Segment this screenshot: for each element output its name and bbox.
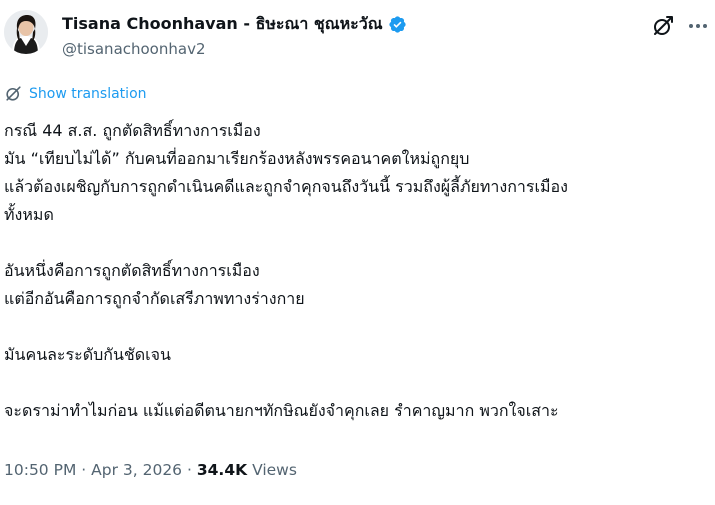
tweet-header: Tisana Choonhavan - ธิษะณา ชุณหะวัณ @tis… <box>0 0 715 80</box>
tweet-line: ทั้งหมด <box>4 205 54 224</box>
author-display-name[interactable]: Tisana Choonhavan - ธิษะณา ชุณหะวัณ <box>62 12 383 37</box>
views-label: Views <box>252 461 297 479</box>
tweet-line: แต่อีกอันคือการถูกจำกัดเสรีภาพทางร่างกาย <box>4 289 305 308</box>
meta-separator: · <box>81 461 87 479</box>
tweet-line: มันคนละระดับกันชัดเจน <box>4 345 171 364</box>
tweet-meta: 10:50 PM · Apr 3, 2026 · 34.4K Views <box>4 461 297 479</box>
grok-translate-icon <box>4 84 23 103</box>
verified-badge-icon <box>388 15 407 34</box>
avatar-image <box>4 10 48 54</box>
tweet-line: จะดราม่าทำไมก่อน แม้แต่อดีตนายกฯทักษิณยั… <box>4 401 559 420</box>
tweet-text: กรณี 44 ส.ส. ถูกตัดสิทธิ์ทางการเมือง มัน… <box>4 117 709 425</box>
more-button[interactable] <box>686 14 710 38</box>
show-translation-link[interactable]: Show translation <box>4 84 147 103</box>
author-name-row[interactable]: Tisana Choonhavan - ธิษะณา ชุณหะวัณ <box>62 12 407 37</box>
tweet-time[interactable]: 10:50 PM <box>4 461 76 479</box>
avatar[interactable] <box>4 10 48 54</box>
views-count[interactable]: 34.4K <box>197 461 247 479</box>
show-translation-label[interactable]: Show translation <box>29 86 147 102</box>
tweet-line: อันหนึ่งคือการถูกตัดสิทธิ์ทางการเมือง <box>4 261 260 280</box>
meta-separator: · <box>186 461 192 479</box>
more-icon <box>689 24 707 28</box>
tweet-line: แล้วต้องเผชิญกับการถูกดำเนินคดีและถูกจำค… <box>4 177 568 196</box>
tweet-line: มัน “เทียบไม่ได้” กับคนที่ออกมาเรียกร้อง… <box>4 149 470 168</box>
tweet-date[interactable]: Apr 3, 2026 <box>91 461 182 479</box>
grok-button[interactable] <box>651 14 675 38</box>
tweet-line: กรณี 44 ส.ส. ถูกตัดสิทธิ์ทางการเมือง <box>4 121 261 140</box>
grok-icon <box>654 16 673 35</box>
author-handle[interactable]: @tisanachoonhav2 <box>62 40 206 58</box>
